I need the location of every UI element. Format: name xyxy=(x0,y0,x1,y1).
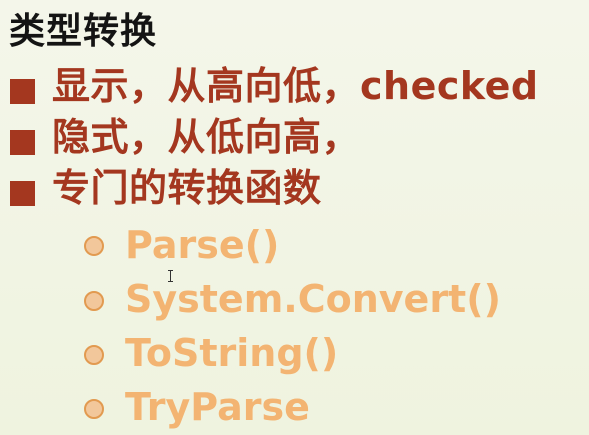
sub-item-tryparse: TryParse xyxy=(125,385,310,429)
square-bullet-icon xyxy=(10,79,35,104)
bullet-item-explicit: 显示，从高向低，checked xyxy=(52,64,539,108)
slide-title: 类型转换 xyxy=(9,11,158,52)
circle-bullet-icon xyxy=(84,345,104,365)
sub-item-tostring: ToString() xyxy=(125,331,339,375)
slide: 类型转换 显示，从高向低，checked 隐式，从低向高， 专门的转换函数 Pa… xyxy=(0,0,589,435)
circle-bullet-icon xyxy=(84,399,104,419)
bullet-item-implicit: 隐式，从低向高， xyxy=(52,115,361,159)
bullet-item-functions: 专门的转换函数 xyxy=(52,166,322,210)
circle-bullet-icon xyxy=(84,236,104,256)
text-cursor-icon xyxy=(168,270,173,282)
sub-item-parse: Parse() xyxy=(125,223,280,267)
circle-bullet-icon xyxy=(84,291,104,311)
square-bullet-icon xyxy=(10,130,35,155)
square-bullet-icon xyxy=(10,181,35,206)
sub-item-convert: System.Convert() xyxy=(125,277,501,321)
